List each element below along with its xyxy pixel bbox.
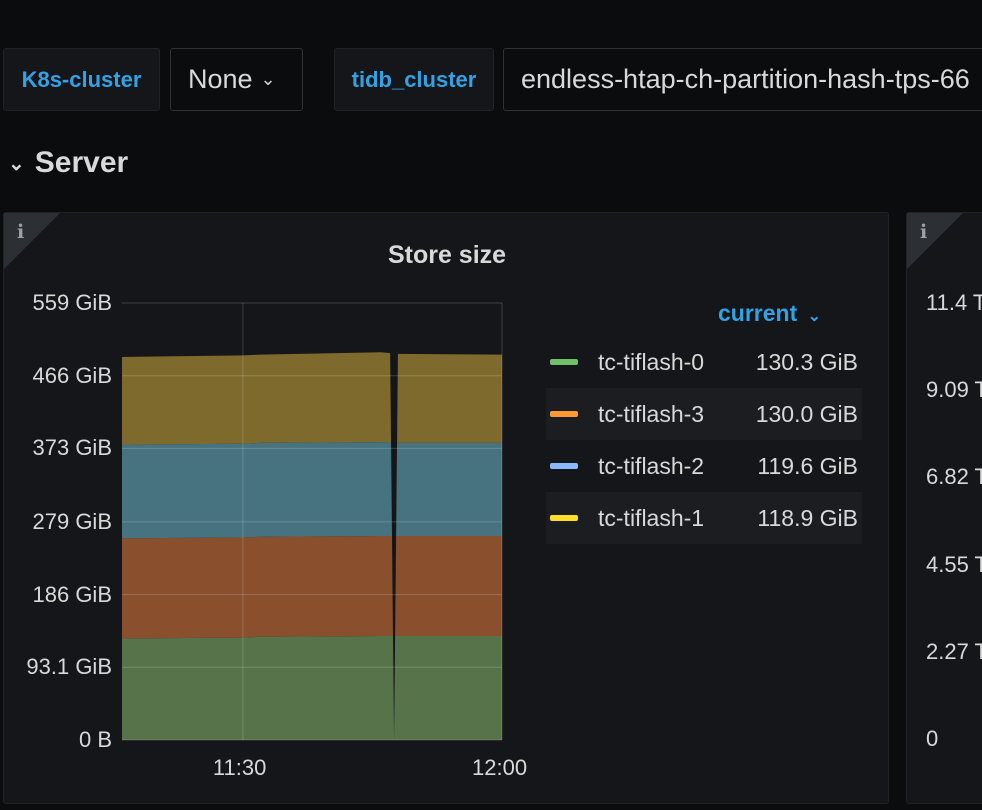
- legend-series-name: tc-tiflash-1: [598, 504, 705, 531]
- area-series-tc-tiflash-0: [122, 636, 502, 740]
- legend-current-value: 130.3 GiB: [755, 348, 858, 375]
- second-panel-y-tick: 4.55 T: [926, 552, 982, 577]
- legend-current-value: 118.9 GiB: [757, 504, 858, 531]
- legend-swatch: [550, 359, 578, 365]
- legend-current-value: 130.0 GiB: [755, 400, 858, 427]
- legend-swatch: [550, 515, 578, 521]
- info-icon[interactable]: i: [920, 221, 927, 243]
- legend-series-name: tc-tiflash-0: [598, 348, 705, 375]
- legend-current-value: 119.6 GiB: [757, 452, 858, 479]
- legend-item-tc-tiflash-1[interactable]: tc-tiflash-1 118.9 GiB: [546, 492, 862, 544]
- legend-item-tc-tiflash-3[interactable]: tc-tiflash-3 130.0 GiB: [546, 388, 862, 440]
- legend-header-label: current: [718, 300, 798, 326]
- area-series-tc-tiflash-1: [122, 352, 502, 445]
- second-panel-y-tick: 0: [926, 726, 939, 751]
- legend-item-tc-tiflash-2[interactable]: tc-tiflash-2 119.6 GiB: [546, 440, 862, 492]
- legend-swatch: [550, 411, 578, 417]
- chevron-down-icon: ⌄: [807, 308, 822, 325]
- legend-series-name: tc-tiflash-3: [598, 400, 705, 427]
- second-panel-y-tick: 9.09 T: [926, 377, 982, 402]
- second-panel-y-tick: 6.82 T: [926, 464, 982, 489]
- area-series-tc-tiflash-3: [122, 535, 502, 639]
- legend-item-tc-tiflash-0[interactable]: tc-tiflash-0 130.3 GiB: [546, 336, 862, 388]
- second-panel-y-tick: 2.27 T: [926, 639, 982, 664]
- legend-swatch: [550, 463, 578, 469]
- legend-series-name: tc-tiflash-2: [598, 452, 705, 479]
- legend-sort-current[interactable]: current ⌄: [718, 300, 821, 327]
- info-corner: [907, 213, 963, 269]
- second-panel-y-tick: 11.4 T: [926, 290, 982, 315]
- area-series-tc-tiflash-2: [122, 442, 502, 539]
